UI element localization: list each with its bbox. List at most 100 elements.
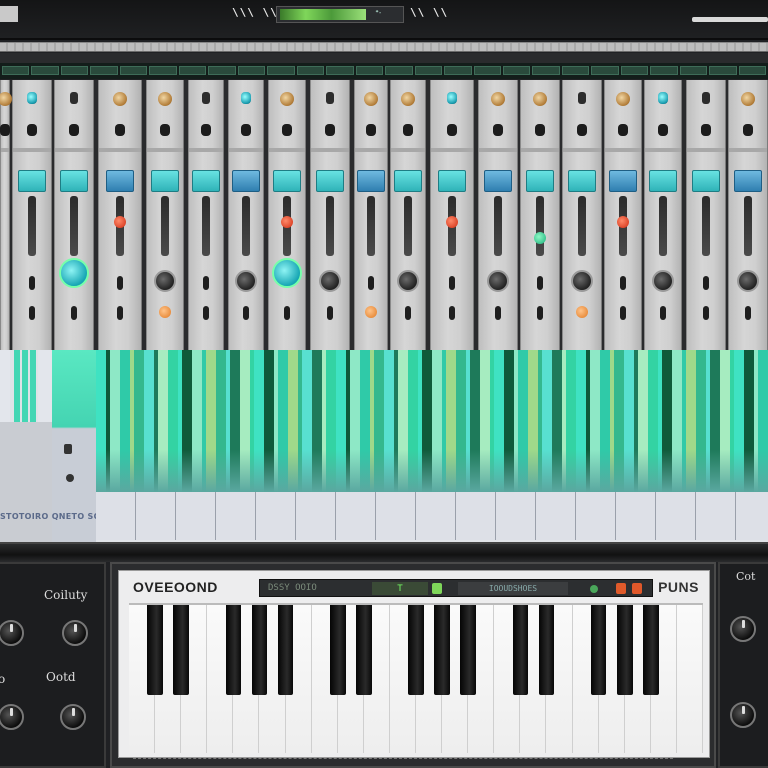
fader-track[interactable] <box>744 196 752 256</box>
jack-icon[interactable] <box>27 124 37 136</box>
roll-key[interactable] <box>416 492 456 540</box>
white-key[interactable] <box>676 605 703 753</box>
switch-icon[interactable] <box>71 306 77 320</box>
gain-knob-icon[interactable] <box>241 92 251 104</box>
rotary-knob-icon[interactable] <box>737 270 759 292</box>
jack-icon[interactable] <box>0 124 10 136</box>
window-menu-icon[interactable] <box>0 6 18 22</box>
switch-icon[interactable] <box>368 276 374 290</box>
black-key[interactable] <box>251 605 268 695</box>
black-key[interactable] <box>590 605 607 695</box>
roll-key[interactable] <box>456 492 496 540</box>
gain-knob-icon[interactable] <box>741 92 755 106</box>
fader-track[interactable] <box>536 196 544 256</box>
fader-cap-icon[interactable] <box>106 170 134 192</box>
jack-icon[interactable] <box>447 124 457 136</box>
switch-icon[interactable] <box>117 306 123 320</box>
rotary-knob-icon[interactable] <box>154 270 176 292</box>
roll-key[interactable] <box>176 492 216 540</box>
gain-knob-icon[interactable] <box>0 92 12 106</box>
black-key[interactable] <box>434 605 450 695</box>
rotary-knob-icon[interactable] <box>0 704 24 730</box>
black-key[interactable] <box>460 605 476 695</box>
fader-track[interactable] <box>404 196 412 256</box>
fader-cap-icon[interactable] <box>526 170 554 192</box>
roll-key[interactable] <box>496 492 536 540</box>
fader-track[interactable] <box>367 196 375 256</box>
jack-icon[interactable] <box>115 124 125 136</box>
black-key[interactable] <box>277 605 294 695</box>
black-key[interactable] <box>355 605 372 695</box>
gain-knob-icon[interactable] <box>658 92 668 104</box>
fader-track[interactable] <box>202 196 210 256</box>
jack-icon[interactable] <box>325 124 335 136</box>
fader-cap-icon[interactable] <box>394 170 422 192</box>
rotary-knob-icon[interactable] <box>235 270 257 292</box>
fader-cap-icon[interactable] <box>568 170 596 192</box>
led-indicator-icon[interactable] <box>632 583 642 594</box>
fader-cap-icon[interactable] <box>273 170 301 192</box>
led-indicator-icon[interactable] <box>616 583 626 594</box>
switch-icon[interactable] <box>620 306 626 320</box>
black-key[interactable] <box>616 605 633 695</box>
rotary-knob-icon[interactable] <box>730 616 756 642</box>
fader-cap-icon[interactable] <box>692 170 720 192</box>
gain-knob-icon[interactable] <box>578 92 586 104</box>
roll-key[interactable] <box>136 492 176 540</box>
black-key[interactable] <box>642 605 659 695</box>
rotary-knob-icon[interactable] <box>487 270 509 292</box>
gain-knob-icon[interactable] <box>491 92 505 106</box>
fader-cap-icon[interactable] <box>192 170 220 192</box>
record-icon[interactable] <box>66 474 74 482</box>
switch-icon[interactable] <box>620 276 626 290</box>
switch-icon[interactable] <box>537 306 543 320</box>
switch-icon[interactable] <box>703 306 709 320</box>
roll-key[interactable] <box>656 492 696 540</box>
rotary-knob-icon[interactable] <box>319 270 341 292</box>
roll-key[interactable] <box>696 492 736 540</box>
fader-track[interactable] <box>494 196 502 256</box>
fader-track[interactable] <box>578 196 586 256</box>
lock-icon[interactable] <box>64 444 72 454</box>
roll-key[interactable] <box>616 492 656 540</box>
roll-key[interactable] <box>576 492 616 540</box>
fader-cap-icon[interactable] <box>18 170 46 192</box>
fader-cap-icon[interactable] <box>484 170 512 192</box>
gain-knob-icon[interactable] <box>447 92 457 104</box>
switch-icon[interactable] <box>703 276 709 290</box>
rotary-knob-icon[interactable] <box>397 270 419 292</box>
switch-icon[interactable] <box>405 306 411 320</box>
fader-track[interactable] <box>659 196 667 256</box>
switch-icon[interactable] <box>117 276 123 290</box>
black-key[interactable] <box>225 605 242 695</box>
jack-icon[interactable] <box>241 124 251 136</box>
switch-icon[interactable] <box>327 306 333 320</box>
roll-key[interactable] <box>736 492 768 540</box>
jack-icon[interactable] <box>535 124 545 136</box>
rotary-knob-icon[interactable] <box>652 270 674 292</box>
black-key[interactable] <box>173 605 189 695</box>
jack-icon[interactable] <box>701 124 711 136</box>
switch-icon[interactable] <box>203 276 209 290</box>
gain-knob-icon[interactable] <box>27 92 37 104</box>
gain-knob-icon[interactable] <box>702 92 710 104</box>
rotary-knob-icon[interactable] <box>60 704 86 730</box>
roll-key[interactable] <box>536 492 576 540</box>
fader-cap-icon[interactable] <box>232 170 260 192</box>
fader-cap-icon[interactable] <box>316 170 344 192</box>
fader-cap-icon[interactable] <box>438 170 466 192</box>
rotary-knob-icon[interactable] <box>62 620 88 646</box>
jack-icon[interactable] <box>618 124 628 136</box>
switch-icon[interactable] <box>203 306 209 320</box>
switch-icon[interactable] <box>495 306 501 320</box>
roll-key[interactable] <box>96 492 136 540</box>
fader-track[interactable] <box>242 196 250 256</box>
jack-icon[interactable] <box>201 124 211 136</box>
rotary-knob-icon[interactable] <box>272 258 302 288</box>
switch-icon[interactable] <box>29 306 35 320</box>
jack-icon[interactable] <box>366 124 376 136</box>
roll-key[interactable] <box>296 492 336 540</box>
rotary-knob-icon[interactable] <box>730 702 756 728</box>
gain-knob-icon[interactable] <box>113 92 127 106</box>
switch-icon[interactable] <box>449 306 455 320</box>
